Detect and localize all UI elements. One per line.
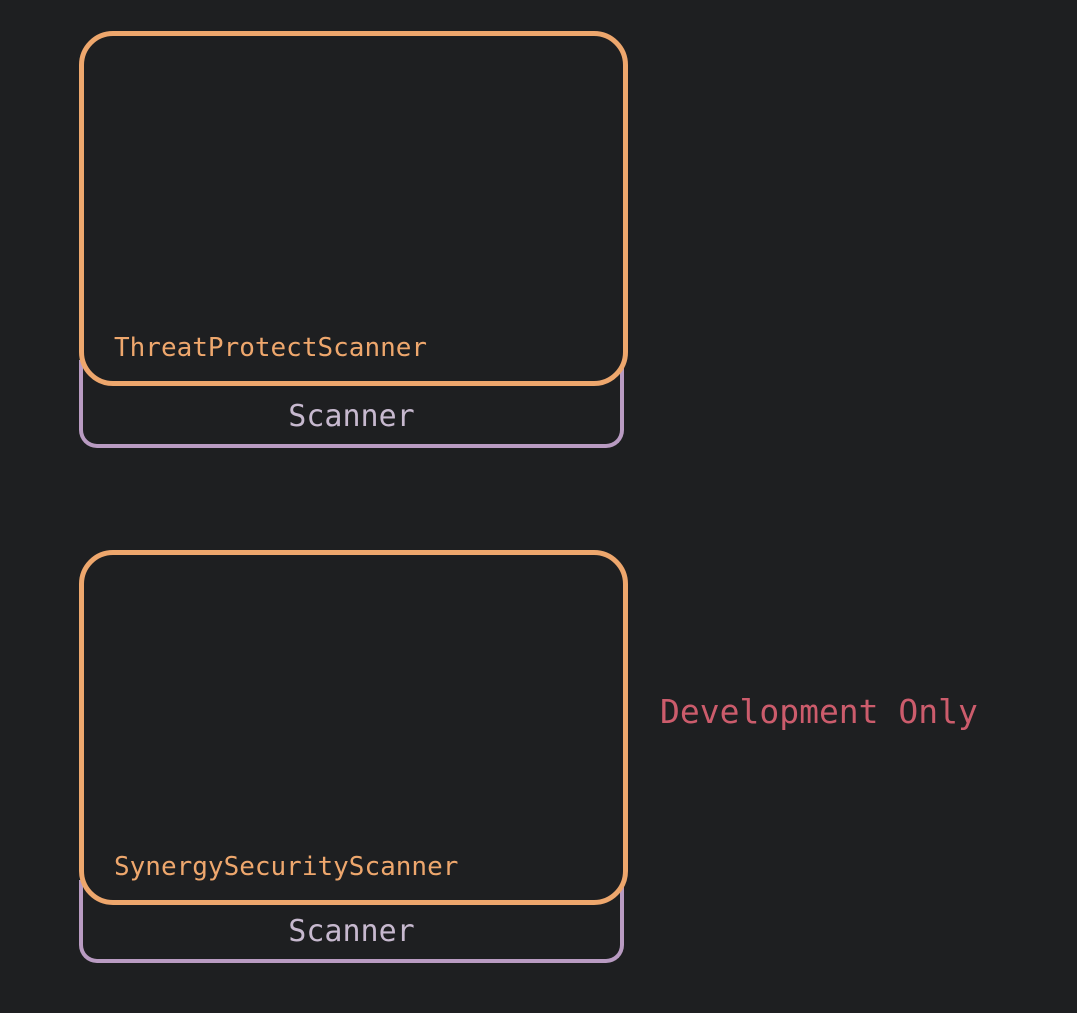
diagram-canvas: Scanner ThreatProtectScanner Scanner Syn…: [0, 0, 1077, 1013]
implementation-label-2: SynergySecurityScanner: [114, 852, 459, 882]
interface-label-2: Scanner: [288, 914, 415, 949]
development-only-note: Development Only: [660, 692, 978, 731]
synergy-security-scanner-card: SynergySecurityScanner: [79, 550, 628, 905]
implementation-label-1: ThreatProtectScanner: [114, 333, 428, 363]
threat-protect-scanner-card: ThreatProtectScanner: [79, 31, 628, 386]
interface-label-1: Scanner: [288, 399, 415, 434]
